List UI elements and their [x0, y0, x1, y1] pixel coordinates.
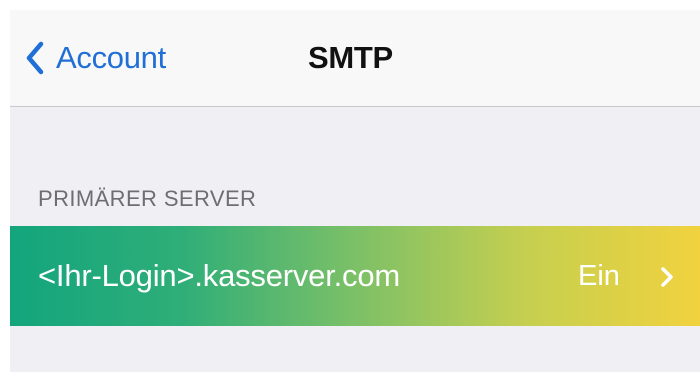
server-status-value: Ein	[578, 260, 620, 292]
section-header-primary-server: PRIMÄRER SERVER	[38, 186, 257, 211]
chevron-right-icon	[661, 267, 673, 287]
back-button[interactable]: Account	[24, 36, 166, 80]
smtp-settings-screen: Account SMTP PRIMÄRER SERVER <Ihr-Login>…	[10, 10, 700, 372]
chevron-left-icon	[26, 41, 44, 75]
back-button-label: Account	[56, 40, 166, 75]
navigation-bar: Account SMTP	[10, 10, 700, 107]
page-title: SMTP	[308, 40, 393, 75]
server-hostname: <Ihr-Login>.kasserver.com	[38, 258, 401, 293]
primary-server-row[interactable]: <Ihr-Login>.kasserver.com Ein	[10, 226, 700, 326]
